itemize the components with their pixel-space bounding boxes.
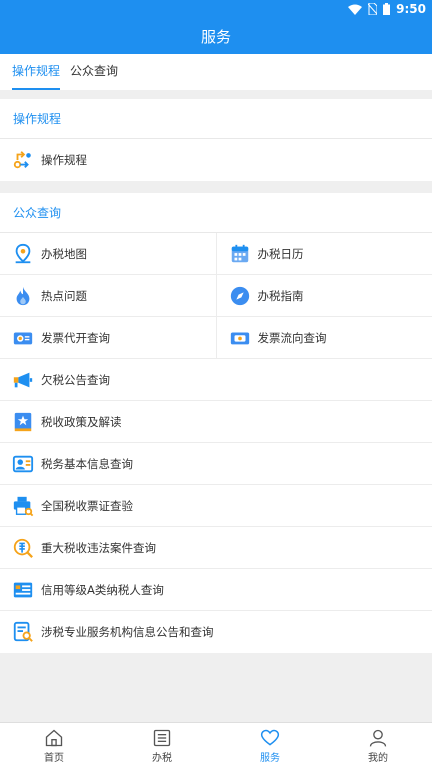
id-card-icon xyxy=(11,452,35,476)
printer-search-icon xyxy=(11,494,35,518)
invoice-issue-query-item[interactable]: 发票代开查询 xyxy=(0,317,216,358)
tax-policy-label: 税收政策及解读 xyxy=(41,414,122,429)
procedures-section-title: 操作规程 xyxy=(0,99,432,139)
page-title: 服务 xyxy=(200,27,231,46)
tax-map-item[interactable]: 办税地图 xyxy=(0,233,216,274)
tax-calendar-label: 办税日历 xyxy=(257,246,304,261)
list-item: 税收政策及解读 xyxy=(0,401,432,443)
procedures-section: 操作规程 操作规程 xyxy=(0,99,432,181)
grid-row: 发票代开查询 发票流向查询 xyxy=(0,317,432,359)
nav-home[interactable]: 首页 xyxy=(0,723,108,768)
tax-service-agency-item[interactable]: 涉税专业服务机构信息公告和查询 xyxy=(0,611,432,653)
heart-icon xyxy=(260,729,280,746)
public-query-section-title: 公众查询 xyxy=(0,193,432,233)
tax-basic-info-label: 税务基本信息查询 xyxy=(41,456,133,471)
tax-map-label: 办税地图 xyxy=(41,246,87,261)
list-item: 全国税收票证查验 xyxy=(0,485,432,527)
tab-procedures[interactable]: 操作规程 xyxy=(12,54,61,90)
app-header: 服务 xyxy=(0,18,432,54)
user-icon xyxy=(369,729,387,747)
invoice-icon xyxy=(11,326,35,350)
map-pin-icon xyxy=(11,242,35,266)
document-search-icon xyxy=(11,620,35,644)
list-item: 欠税公告查询 xyxy=(0,359,432,401)
battery-icon xyxy=(383,3,391,15)
status-bar: 9:50 xyxy=(0,0,432,18)
nav-mine[interactable]: 我的 xyxy=(324,723,432,768)
grid-row: 办税地图 办税日历 xyxy=(0,233,432,275)
tax-guide-item[interactable]: 办税指南 xyxy=(215,275,432,316)
wifi-icon xyxy=(348,4,363,15)
national-tax-receipt-check-label: 全国税收票证查验 xyxy=(41,498,133,513)
status-time: 9:50 xyxy=(396,2,426,16)
list-item: 信用等级A类纳税人查询 xyxy=(0,569,432,611)
grid-row: 热点问题 办税指南 xyxy=(0,275,432,317)
procedures-item[interactable]: 操作规程 xyxy=(0,139,432,181)
tax-arrears-notice-label: 欠税公告查询 xyxy=(41,372,110,387)
nav-service-label: 服务 xyxy=(260,752,280,764)
list-item: 税务基本信息查询 xyxy=(0,443,432,485)
procedures-item-label: 操作规程 xyxy=(41,153,87,167)
home-icon xyxy=(45,729,63,746)
credit-a-taxpayer-label: 信用等级A类纳税人查询 xyxy=(41,582,164,597)
nav-tax[interactable]: 办税 xyxy=(108,723,216,768)
tax-service-agency-label: 涉税专业服务机构信息公告和查询 xyxy=(41,625,214,639)
tax-basic-info-item[interactable]: 税务基本信息查询 xyxy=(0,443,432,484)
no-sim-icon xyxy=(368,3,378,15)
nav-home-label: 首页 xyxy=(44,752,64,764)
list-item: 重大税收违法案件查询 xyxy=(0,527,432,569)
list-item: 操作规程 xyxy=(0,139,432,181)
policy-book-icon xyxy=(11,410,35,434)
tax-policy-item[interactable]: 税收政策及解读 xyxy=(0,401,432,442)
major-tax-violation-item[interactable]: 重大税收违法案件查询 xyxy=(0,527,432,568)
tax-guide-label: 办税指南 xyxy=(257,288,304,303)
invoice-flow-icon xyxy=(228,326,252,350)
national-tax-receipt-check-item[interactable]: 全国税收票证查验 xyxy=(0,485,432,526)
bottom-nav: 首页 办税 服务 我的 xyxy=(0,722,432,768)
nav-tax-label: 办税 xyxy=(152,752,172,764)
hot-questions-label: 热点问题 xyxy=(41,288,87,303)
tab-public-query[interactable]: 公众查询 xyxy=(70,54,118,90)
credit-card-icon xyxy=(11,578,35,602)
tax-search-icon xyxy=(11,536,35,560)
megaphone-icon xyxy=(11,368,35,392)
invoice-issue-query-label: 发票代开查询 xyxy=(41,330,110,345)
invoice-flow-query-label: 发票流向查询 xyxy=(257,330,327,345)
flame-icon xyxy=(11,284,35,308)
calendar-icon xyxy=(228,242,252,266)
tax-arrears-notice-item[interactable]: 欠税公告查询 xyxy=(0,359,432,400)
invoice-flow-query-item[interactable]: 发票流向查询 xyxy=(215,317,432,358)
nav-mine-label: 我的 xyxy=(368,752,388,764)
tab-bar: 操作规程 公众查询 xyxy=(0,54,432,90)
compass-icon xyxy=(228,284,252,308)
hot-questions-item[interactable]: 热点问题 xyxy=(0,275,216,316)
credit-a-taxpayer-item[interactable]: 信用等级A类纳税人查询 xyxy=(0,569,432,610)
list-item: 涉税专业服务机构信息公告和查询 xyxy=(0,611,432,653)
list-icon xyxy=(153,729,171,746)
major-tax-violation-label: 重大税收违法案件查询 xyxy=(41,540,156,555)
tax-calendar-item[interactable]: 办税日历 xyxy=(215,233,432,274)
public-query-section: 公众查询 办税地图 办税日历 热点问题 办税指南 发票代开查询 发票流向查询 欠… xyxy=(0,193,432,653)
nav-service[interactable]: 服务 xyxy=(216,723,324,768)
status-icons: 9:50 xyxy=(348,2,426,16)
process-flow-icon xyxy=(11,148,35,172)
